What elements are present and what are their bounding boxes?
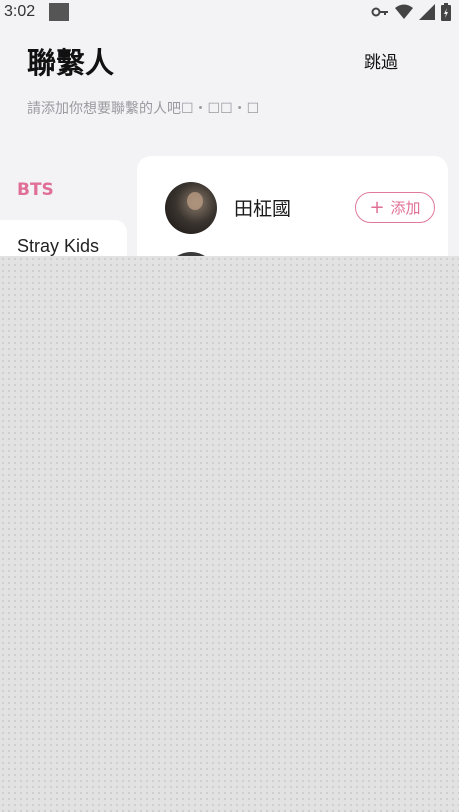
subtitle: 請添加你想要聯繫的人吧☐・☐☐・☐ [27,101,260,117]
avatar [165,182,217,234]
signal-icon [419,4,435,20]
key-icon [371,7,388,17]
status-icons [371,3,451,21]
plus-icon: + [369,196,385,218]
wifi-icon [395,4,413,19]
battery-icon [441,3,451,21]
add-button-label: 添加 [390,199,421,217]
member-row: 田柾國 + 添加 [137,180,448,236]
page-title: 聯繫人 [27,46,115,80]
loading-overlay [0,256,459,812]
notification-square-icon [49,3,70,21]
add-button[interactable]: + 添加 [355,192,435,223]
status-time: 3:02 [4,3,36,20]
skip-button[interactable]: 跳過 [364,48,398,73]
member-name: 田柾國 [234,198,292,220]
status-bar: 3:02 [0,0,459,24]
group-item-bts[interactable]: BTS [0,168,127,212]
